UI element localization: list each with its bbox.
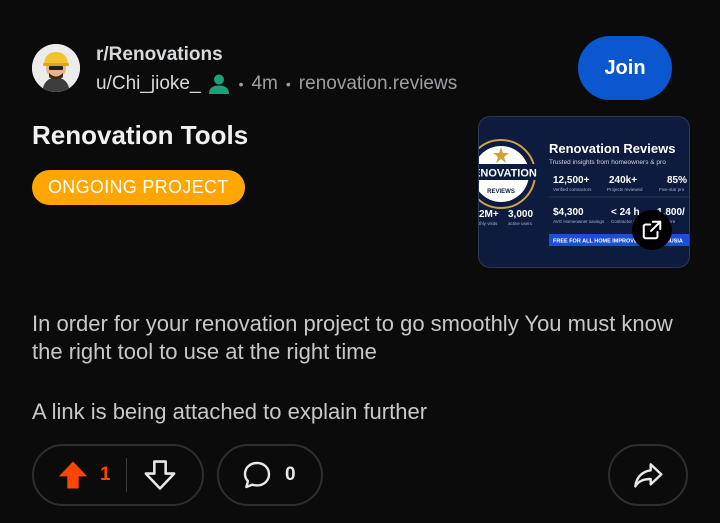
stat-value: 12,500+ <box>553 175 590 186</box>
stat-label: Five-star pro <box>659 187 685 192</box>
user-icon <box>208 74 229 94</box>
stat-value: < 24 h <box>611 207 640 218</box>
thumbnail-subheading: Trusted insights from homeowners & pro <box>549 159 666 166</box>
post-meta: u/Chi_jioke_ • 4m • renovation.reviews <box>96 72 457 96</box>
stat-label: Verified contractors <box>553 187 592 192</box>
upvote-count: 1 <box>100 464 111 485</box>
stat-value: 85% <box>667 175 687 186</box>
stat-label: Projects reviewed <box>607 187 643 192</box>
post-body: In order for your renovation project to … <box>32 310 682 426</box>
stat-label: thly visits <box>479 221 498 226</box>
author-name[interactable]: u/Chi_jioke_ <box>96 73 201 95</box>
thumbnail-heading: Renovation Reviews <box>549 141 675 156</box>
share-button[interactable] <box>608 444 688 506</box>
join-button[interactable]: Join <box>578 36 672 100</box>
post-body-paragraph: A link is being attached to explain furt… <box>32 399 428 424</box>
post-body-paragraph: In order for your renovation project to … <box>32 311 673 364</box>
comment-bubble-icon <box>243 461 271 489</box>
stat-value: 240k+ <box>609 175 637 186</box>
post-age: 4m <box>251 73 278 94</box>
arrow-down-icon[interactable] <box>143 458 177 492</box>
post-title[interactable]: Renovation Tools <box>32 120 248 151</box>
vote-divider <box>126 458 127 492</box>
arrow-up-icon[interactable] <box>56 458 90 492</box>
stat-value: 3,000 <box>508 209 533 220</box>
share-arrow-icon <box>634 463 663 488</box>
separator-dot: • <box>285 76 291 92</box>
stat-label: active users <box>508 221 533 226</box>
vote-bar: 1 <box>32 444 204 506</box>
seal-text: RENOVATION <box>479 168 537 180</box>
comment-count: 0 <box>285 464 296 485</box>
avatar[interactable] <box>32 44 80 92</box>
stat-value: $4,300 <box>553 207 584 218</box>
comment-button[interactable]: 0 <box>217 444 323 506</box>
avatar-worker-icon <box>32 44 80 92</box>
external-link-icon <box>642 220 662 240</box>
stat-value: 2M+ <box>479 209 499 220</box>
seal-subtext: REVIEWS <box>487 189 515 195</box>
subreddit-name[interactable]: r/Renovations <box>96 44 223 66</box>
separator-dot: • <box>238 76 244 92</box>
link-domain[interactable]: renovation.reviews <box>299 73 457 95</box>
external-link-button[interactable] <box>632 210 672 250</box>
stat-label: AVG Homeowner savings <box>553 219 605 224</box>
flair-badge[interactable]: ONGOING PROJECT <box>32 170 245 205</box>
